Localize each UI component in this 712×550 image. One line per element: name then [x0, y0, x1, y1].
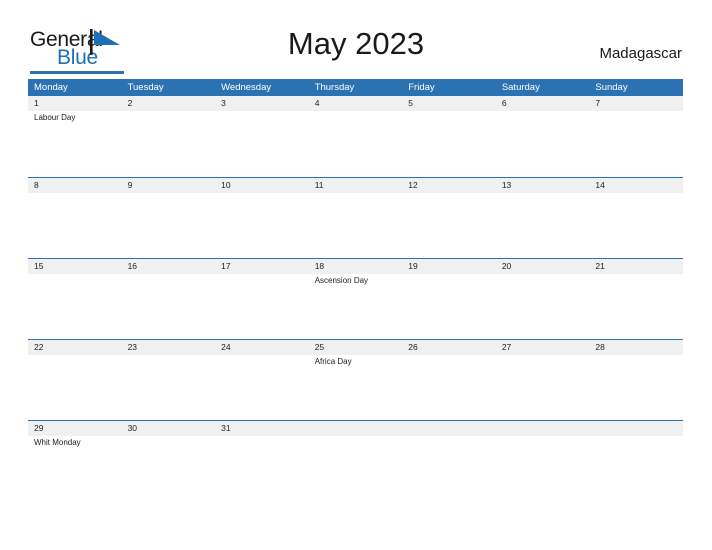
day-number: 4 — [314, 98, 320, 108]
day-number: 28 — [595, 342, 605, 352]
day-number: 11 — [314, 180, 324, 190]
day-number: 24 — [221, 342, 231, 352]
day-cell[interactable]: 20 — [496, 258, 590, 339]
day-number: 8 — [34, 180, 39, 190]
calendar-week-row: 15 16 17 18 Ascension Day 19 20 21 — [28, 258, 683, 339]
day-cell-empty — [496, 420, 590, 501]
calendar-week-row: 22 23 24 25 Africa Day 26 27 28 — [28, 339, 683, 420]
day-cell[interactable]: 6 — [496, 96, 590, 177]
day-number: 13 — [501, 180, 512, 190]
day-cell[interactable]: 2 — [122, 96, 216, 177]
day-number: 1 — [34, 98, 39, 108]
weekday-wednesday: Wednesday — [221, 82, 272, 93]
day-number: 27 — [501, 342, 512, 352]
day-number: 20 — [501, 261, 512, 271]
day-cell[interactable]: 25 Africa Day — [309, 339, 403, 420]
day-cell[interactable]: 28 — [589, 339, 683, 420]
weekday-header-row: Monday Tuesday Wednesday Thursday Friday… — [28, 79, 683, 96]
day-cell-empty — [402, 420, 496, 501]
day-cell[interactable]: 13 — [496, 177, 590, 258]
weekday-thursday: Thursday — [314, 82, 355, 93]
day-number: 3 — [221, 98, 226, 108]
calendar-page: General Blue May 2023 Madagascar Monday … — [0, 0, 712, 550]
day-number: 14 — [595, 180, 605, 190]
day-cell[interactable]: 11 — [309, 177, 403, 258]
day-cell[interactable]: 9 — [122, 177, 216, 258]
day-cell[interactable]: 17 — [215, 258, 309, 339]
day-event: Africa Day — [314, 357, 352, 366]
day-cell[interactable]: 8 — [28, 177, 122, 258]
day-number: 19 — [408, 261, 418, 271]
day-number: 21 — [595, 261, 605, 271]
day-number: 12 — [408, 180, 418, 190]
day-number: 6 — [501, 98, 507, 108]
day-cell[interactable]: 4 — [309, 96, 403, 177]
logo-underline — [30, 71, 124, 74]
day-cell[interactable]: 10 — [215, 177, 309, 258]
day-number: 16 — [127, 261, 138, 271]
day-cell[interactable]: 1 Labour Day — [28, 96, 122, 177]
day-cell[interactable]: 31 — [215, 420, 309, 501]
weekday-monday: Monday — [34, 82, 68, 93]
day-cell-empty — [589, 420, 683, 501]
day-cell[interactable]: 3 — [215, 96, 309, 177]
weekday-saturday: Saturday — [501, 82, 540, 93]
day-cell[interactable]: 15 — [28, 258, 122, 339]
day-number: 2 — [127, 98, 133, 108]
day-cell[interactable]: 21 — [589, 258, 683, 339]
country-label: Madagascar — [599, 45, 682, 62]
calendar-week-row: 29 Whit Monday 30 31 — [28, 420, 683, 501]
day-number: 17 — [221, 261, 231, 271]
day-cell[interactable]: 29 Whit Monday — [28, 420, 122, 501]
weekday-tuesday: Tuesday — [127, 82, 164, 93]
day-cell[interactable]: 24 — [215, 339, 309, 420]
day-number: 15 — [34, 261, 44, 271]
day-event: Ascension Day — [314, 276, 369, 285]
day-cell[interactable]: 27 — [496, 339, 590, 420]
day-number: 7 — [595, 98, 601, 108]
day-event: Whit Monday — [34, 438, 81, 447]
calendar-week-row: 8 9 10 11 12 13 14 — [28, 177, 683, 258]
day-cell[interactable]: 7 — [589, 96, 683, 177]
day-event: Labour Day — [34, 113, 76, 122]
day-cell[interactable]: 30 — [122, 420, 216, 501]
page-header: General Blue May 2023 Madagascar — [0, 0, 712, 78]
day-cell[interactable]: 22 — [28, 339, 122, 420]
day-cell[interactable]: 5 — [402, 96, 496, 177]
day-number: 22 — [34, 342, 44, 352]
day-cell[interactable]: 16 — [122, 258, 216, 339]
day-cell[interactable]: 12 — [402, 177, 496, 258]
day-cell[interactable]: 14 — [589, 177, 683, 258]
weekday-sunday: Sunday — [595, 82, 628, 93]
day-number: 31 — [221, 423, 231, 433]
day-number: 23 — [127, 342, 138, 352]
day-number: 18 — [314, 261, 325, 271]
day-cell[interactable]: 23 — [122, 339, 216, 420]
day-number: 10 — [221, 180, 231, 190]
day-number: 9 — [127, 180, 133, 190]
day-number: 25 — [314, 342, 325, 352]
day-cell[interactable]: 19 — [402, 258, 496, 339]
day-number: 29 — [34, 423, 44, 433]
calendar-grid: Monday Tuesday Wednesday Thursday Friday… — [28, 79, 683, 501]
day-cell[interactable]: 26 — [402, 339, 496, 420]
day-number: 30 — [127, 423, 138, 433]
day-cell[interactable]: 18 Ascension Day — [309, 258, 403, 339]
day-number: 26 — [408, 342, 418, 352]
calendar-week-row: 1 Labour Day 2 3 4 5 6 7 — [28, 96, 683, 177]
weekday-friday: Friday — [408, 82, 435, 93]
day-number: 5 — [408, 98, 413, 108]
day-cell-empty — [309, 420, 403, 501]
